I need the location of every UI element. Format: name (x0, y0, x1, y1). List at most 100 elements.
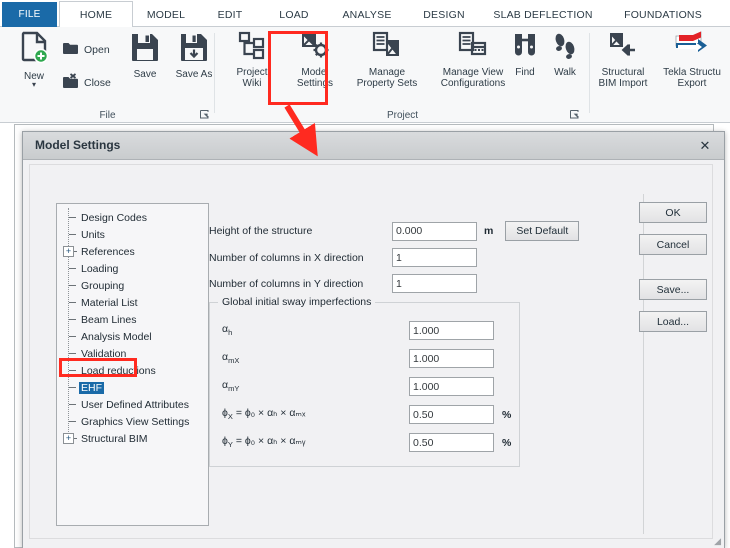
field-row-columns-y: Number of columns in Y direction (209, 274, 477, 293)
tree-item-label: Analysis Model (81, 330, 152, 343)
tree-item-analysis-model[interactable]: Analysis Model (57, 328, 208, 345)
save-button[interactable]: Save... (639, 279, 707, 300)
field-row-alpha-mx: αmX (222, 349, 494, 368)
ribbon-button-manage-property-sets[interactable]: Manage Property Sets (348, 31, 426, 90)
tree-branch-icon (69, 268, 76, 269)
alpha-h-label: αh (222, 323, 233, 338)
footsteps-icon (551, 31, 579, 65)
ribbon-button-project-wiki-label: Project Wiki (236, 66, 268, 90)
ribbon-tab-edit[interactable]: EDIT (199, 2, 261, 27)
tree-item-design-codes[interactable]: Design Codes (57, 209, 208, 226)
phi-y-unit: % (502, 436, 512, 449)
ribbon-tab-slab-deflection[interactable]: SLAB DEFLECTION (481, 2, 605, 27)
ribbon-button-manage-property-sets-label: Manage Property Sets (356, 66, 418, 90)
alpha-my-input[interactable] (409, 377, 494, 396)
tree-item-references[interactable]: + References (57, 243, 208, 260)
tree-item-user-defined-attributes[interactable]: User Defined Attributes (57, 396, 208, 413)
tree-branch-icon (69, 404, 76, 405)
ribbon-tab-design[interactable]: DESIGN (407, 2, 481, 27)
tree-branch-icon (74, 251, 77, 252)
ribbon-tab-foundations[interactable]: FOUNDATIONS (605, 2, 721, 27)
tree-item-beam-lines[interactable]: Beam Lines (57, 311, 208, 328)
columns-y-input[interactable] (392, 274, 477, 293)
field-row-phi-y: ϕY = ϕ₀ × αₕ × αₘᵧ % (222, 433, 511, 452)
ribbon-group-project-label: Project (386, 110, 419, 121)
field-row-alpha-h: αh (222, 321, 494, 340)
hierarchy-icon (237, 31, 267, 65)
ribbon-button-manage-view-configurations-label: Manage View Configurations (440, 66, 506, 90)
height-of-structure-input[interactable] (392, 221, 477, 241)
resize-grip-icon[interactable]: ◢ (714, 536, 721, 547)
global-initial-sway-imperfections-group: Global initial sway imperfections αh αmX (209, 296, 520, 467)
ribbon-button-structural-bim-import[interactable]: Structural BIM Import (590, 31, 656, 90)
tree-branch-icon (69, 302, 76, 303)
tree-item-loading[interactable]: Loading (57, 260, 208, 277)
chevron-down-icon[interactable]: ▾ (32, 81, 36, 89)
expand-plus-icon[interactable]: + (63, 246, 74, 257)
tree-item-label: User Defined Attributes (81, 398, 189, 411)
tree-item-label: Design Codes (81, 211, 147, 224)
folder-open-icon (62, 41, 79, 58)
alpha-mx-label: αmX (222, 351, 240, 366)
ribbon-button-open[interactable]: Open (62, 41, 110, 58)
load-button[interactable]: Load... (639, 311, 707, 332)
dialog-launcher-icon-project[interactable] (570, 110, 580, 120)
tree-item-label: Beam Lines (81, 313, 137, 326)
cancel-button[interactable]: Cancel (639, 234, 707, 255)
tree-item-label: Structural BIM (81, 432, 148, 445)
ribbon-button-save[interactable]: Save (122, 31, 168, 80)
field-row-phi-x: ϕX = ϕ₀ × αₕ × αₘₓ % (222, 405, 511, 424)
tree-item-units[interactable]: Units (57, 226, 208, 243)
ribbon-button-tekla-structures-export-label: Tekla Structu Export (663, 66, 721, 90)
ribbon-button-close[interactable]: Close (62, 73, 111, 92)
ribbon-button-save-as[interactable]: Save As (168, 31, 220, 80)
tree-item-graphics-view-settings[interactable]: Graphics View Settings (57, 413, 208, 430)
ribbon-button-tekla-structures-export[interactable]: Tekla Structu Export (656, 31, 728, 90)
columns-x-input[interactable] (392, 248, 477, 267)
tree-item-ehf[interactable]: EHF (57, 379, 208, 396)
alpha-h-input[interactable] (409, 321, 494, 340)
ribbon-tab-strip: FILE HOME MODEL EDIT LOAD ANALYSE DESIGN… (0, 0, 730, 27)
tree-branch-icon (69, 319, 76, 320)
set-default-button[interactable]: Set Default (505, 221, 580, 241)
ribbon-button-new[interactable]: New ▾ (8, 31, 60, 89)
ribbon-button-find[interactable]: Find (505, 31, 545, 78)
expand-plus-icon[interactable]: + (63, 433, 74, 444)
view-configurations-icon (458, 31, 488, 65)
dialog-body: Design Codes Units + References Loading (23, 160, 724, 548)
tree-item-grouping[interactable]: Grouping (57, 277, 208, 294)
ribbon-tab-load[interactable]: LOAD (261, 2, 327, 27)
phi-x-unit: % (502, 408, 512, 421)
ribbon-tab-home[interactable]: HOME (59, 1, 133, 27)
tree-branch-icon (69, 353, 76, 354)
dialog-title-text: Model Settings (35, 138, 121, 152)
tree-item-label: Material List (81, 296, 138, 309)
folder-close-icon (62, 73, 79, 92)
property-sets-icon (372, 31, 402, 65)
tree-item-label: Loading (81, 262, 119, 275)
dialog-launcher-icon-file[interactable] (200, 110, 210, 120)
tree-item-material-list[interactable]: Material List (57, 294, 208, 311)
ok-button[interactable]: OK (639, 202, 707, 223)
tree-item-label: Graphics View Settings (81, 415, 190, 428)
tree-branch-icon (69, 387, 76, 388)
field-row-alpha-my: αmY (222, 377, 494, 396)
ribbon-tab-model[interactable]: MODEL (133, 2, 199, 27)
new-document-icon (19, 31, 49, 69)
ribbon-button-walk[interactable]: Walk (545, 31, 585, 78)
application-window: FILE HOME MODEL EDIT LOAD ANALYSE DESIGN… (0, 0, 730, 548)
alpha-mx-input[interactable] (409, 349, 494, 368)
phi-y-input[interactable] (409, 433, 494, 452)
model-settings-dialog: Model Settings ✕ Design Codes Units + Re… (22, 131, 725, 548)
ribbon-tab-analyse[interactable]: ANALYSE (327, 2, 407, 27)
height-of-structure-label: Height of the structure (209, 225, 313, 237)
dialog-title-bar[interactable]: Model Settings ✕ (23, 132, 724, 160)
tree-item-structural-bim[interactable]: + Structural BIM (57, 430, 208, 447)
bim-import-arrow-icon (608, 31, 638, 65)
ribbon-button-structural-bim-import-label: Structural BIM Import (598, 66, 648, 90)
phi-y-label: ϕY = ϕ₀ × αₕ × αₘᵧ (222, 435, 306, 450)
ribbon-tab-file[interactable]: FILE (2, 2, 57, 27)
phi-x-input[interactable] (409, 405, 494, 424)
close-icon[interactable]: ✕ (696, 137, 714, 155)
tree-branch-icon (69, 421, 76, 422)
